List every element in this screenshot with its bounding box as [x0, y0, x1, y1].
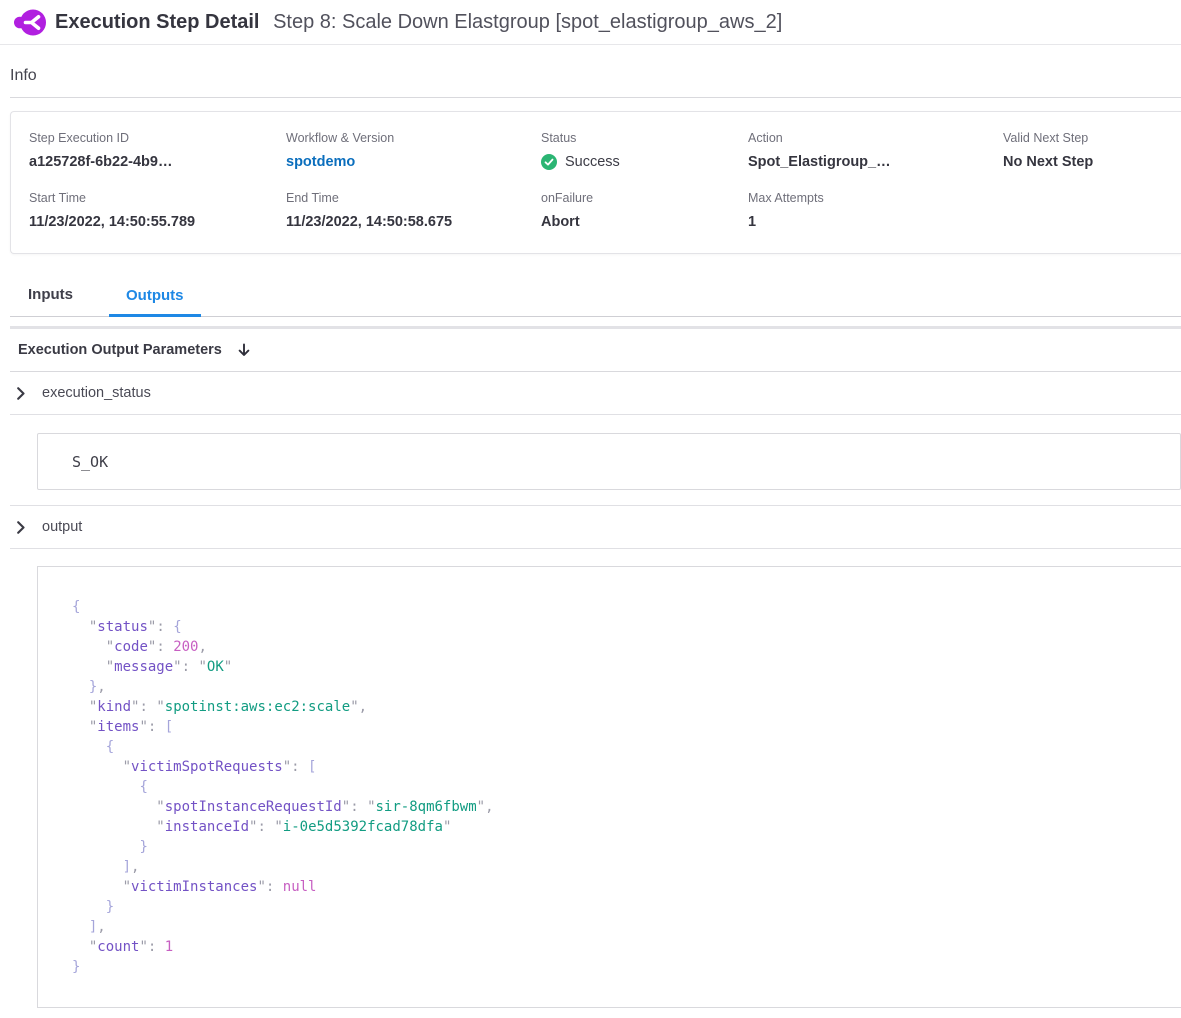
execution-output-parameters-title: Execution Output Parameters	[18, 342, 222, 358]
page-header: Execution Step Detail Step 8: Scale Down…	[0, 0, 1181, 45]
field-end-time: End Time 11/23/2022, 14:50:58.675	[286, 191, 541, 230]
workflow-link[interactable]: spotdemo	[286, 154, 541, 170]
param-row-output[interactable]: output	[10, 506, 1181, 549]
field-value: 1	[748, 214, 1003, 230]
field-onfailure: onFailure Abort	[541, 191, 748, 230]
field-empty	[1003, 191, 1181, 230]
field-max-attempts: Max Attempts 1	[748, 191, 1003, 230]
field-value: 11/23/2022, 14:50:55.789	[29, 214, 286, 230]
status-badge: Success	[541, 154, 748, 170]
info-section-heading: Info	[10, 45, 1181, 98]
field-value: 11/23/2022, 14:50:58.675	[286, 214, 541, 230]
arrow-down-icon[interactable]	[236, 342, 252, 358]
status-text: Success	[565, 154, 620, 170]
field-label: Action	[748, 131, 1003, 145]
field-label: End Time	[286, 191, 541, 205]
field-value: Abort	[541, 214, 748, 230]
param-row-execution-status[interactable]: execution_status	[10, 372, 1181, 415]
page-title-main: Execution Step Detail	[55, 11, 260, 33]
chevron-right-icon	[17, 521, 27, 534]
field-action: Action Spot_Elastigroup_…	[748, 131, 1003, 170]
param-name-output: output	[42, 519, 82, 535]
field-label: Workflow & Version	[286, 131, 541, 145]
page-title-step: Step 8: Scale Down Elastgroup [spot_elas…	[273, 11, 782, 33]
execution-output-parameters-header: Execution Output Parameters	[10, 329, 1181, 372]
field-workflow-version: Workflow & Version spotdemo	[286, 131, 541, 170]
field-value: Spot_Elastigroup_…	[748, 154, 1003, 170]
execution-status-value-wrap: S_OK	[10, 415, 1181, 506]
param-name-execution-status: execution_status	[42, 385, 151, 401]
chevron-right-icon	[17, 387, 27, 400]
field-label: Status	[541, 131, 748, 145]
output-json-code: { "status": { "code": 200, "message": "O…	[72, 597, 1181, 977]
field-start-time: Start Time 11/23/2022, 14:50:55.789	[29, 191, 286, 230]
execution-status-value: S_OK	[37, 433, 1181, 490]
field-step-execution-id: Step Execution ID a125728f-6b22-4b9…	[29, 131, 286, 170]
field-label: onFailure	[541, 191, 748, 205]
resolve-brand-icon	[14, 9, 46, 36]
field-label: Valid Next Step	[1003, 131, 1181, 145]
field-valid-next-step: Valid Next Step No Next Step	[1003, 131, 1181, 170]
field-label: Start Time	[29, 191, 286, 205]
field-label: Step Execution ID	[29, 131, 286, 145]
output-json-box: { "status": { "code": 200, "message": "O…	[37, 566, 1181, 1008]
field-status: Status Success	[541, 131, 748, 170]
tab-bar: Inputs Outputs	[10, 278, 1181, 317]
field-label: Max Attempts	[748, 191, 1003, 205]
tab-inputs[interactable]: Inputs	[28, 278, 73, 316]
info-card: Step Execution ID a125728f-6b22-4b9… Wor…	[10, 111, 1181, 254]
field-value: a125728f-6b22-4b9…	[29, 154, 286, 170]
tab-outputs[interactable]: Outputs	[109, 279, 201, 317]
output-json-wrap: { "status": { "code": 200, "message": "O…	[37, 566, 1181, 1008]
check-circle-icon	[541, 154, 557, 170]
field-value: No Next Step	[1003, 154, 1181, 170]
page-title: Execution Step Detail Step 8: Scale Down…	[55, 11, 782, 34]
